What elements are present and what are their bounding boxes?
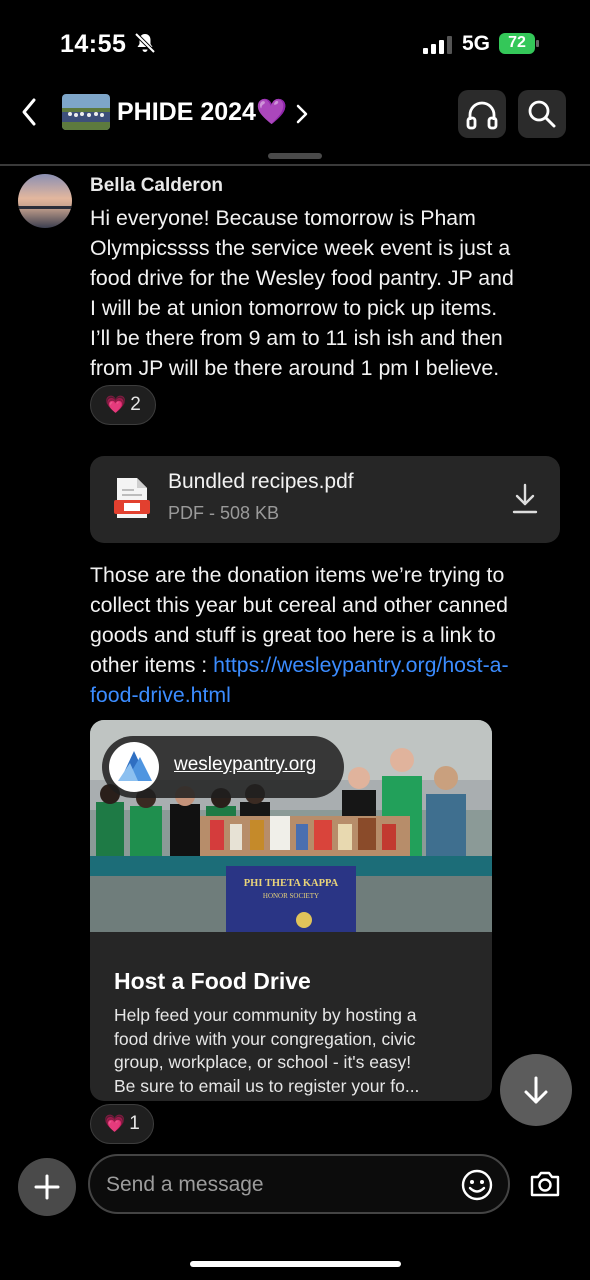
network-label: 5G: [462, 32, 491, 55]
drag-handle[interactable]: [268, 153, 322, 159]
arrow-down-icon: [524, 1076, 548, 1104]
reaction-count: 2: [130, 394, 141, 415]
pdf-file-icon: [114, 478, 150, 518]
group-avatar[interactable]: [62, 94, 110, 130]
message-line: Those are the donation items we’re tryin…: [90, 563, 505, 587]
card-title: Host a Food Drive: [114, 968, 311, 994]
message-line: collect this year but cereal and other c…: [90, 593, 508, 617]
file-name: Bundled recipes.pdf: [168, 470, 354, 493]
reaction-count: 1: [129, 1113, 140, 1134]
url-link-continued[interactable]: food-drive.html: [90, 680, 566, 710]
link-prefix: other items :: [90, 653, 214, 677]
message-line: food drive for the Wesley food pantry. J…: [90, 266, 514, 290]
battery-level: 72: [508, 34, 526, 51]
message-line: I’ll be there from 9 am to 11 ish ish an…: [90, 326, 503, 350]
reaction-badge[interactable]: 💗 2: [90, 385, 156, 425]
message-line: Hi everyone! Because tomorrow is Pham: [90, 206, 476, 230]
banner-text-1: PHI THETA KAPPA: [243, 878, 339, 889]
message-line: Olympicssss the service week event is ju…: [90, 236, 511, 260]
reaction-badge-2[interactable]: 💗 1: [90, 1104, 154, 1144]
card-desc-line: food drive with your congregation, civic: [114, 1028, 416, 1049]
message-line: other items : https://wesleypantry.org/h…: [90, 650, 566, 680]
file-attachment[interactable]: Bundled recipes.pdf PDF - 508 KB: [90, 456, 560, 543]
search-button[interactable]: [518, 90, 566, 138]
chevron-right-icon[interactable]: [294, 102, 310, 126]
emoji-icon[interactable]: [460, 1168, 494, 1202]
card-desc-line: Be sure to email us to register your fo.…: [114, 1075, 420, 1096]
heart-emoji: 💗: [105, 395, 127, 414]
heart-emoji: 💗: [104, 1114, 126, 1133]
download-icon[interactable]: [510, 482, 540, 516]
url-link[interactable]: https://wesleypantry.org/host-a-: [213, 653, 509, 677]
camera-icon[interactable]: [528, 1168, 562, 1200]
back-chevron-icon[interactable]: [18, 96, 42, 128]
add-attachment-button[interactable]: [18, 1158, 76, 1216]
search-icon: [528, 100, 556, 128]
message-line: goods and stuff is great too here is a l…: [90, 623, 496, 647]
signal-icon: [423, 36, 452, 54]
home-indicator: [190, 1261, 401, 1267]
banner-text-2: HONOR SOCIETY: [262, 892, 320, 900]
bell-muted-icon: [134, 32, 156, 54]
site-logo-icon: [109, 742, 159, 792]
card-description: Help feed your community by hosting a fo…: [114, 1004, 479, 1098]
message-line: I will be at union tomorrow to pick up i…: [90, 296, 498, 320]
message-text: Hi everyone! Because tomorrow is Pham Ol…: [90, 203, 566, 383]
chat-title[interactable]: PHIDE 2024💜: [117, 98, 287, 127]
battery-icon: 72: [499, 33, 541, 54]
site-pill[interactable]: wesleypantry.org: [102, 736, 344, 798]
site-domain[interactable]: wesleypantry.org: [174, 754, 316, 776]
scroll-to-bottom-button[interactable]: [500, 1054, 572, 1126]
card-desc-line: group, workplace, or school - it's easy!: [114, 1052, 412, 1072]
status-time: 14:55: [60, 30, 127, 58]
headphones-icon: [466, 101, 498, 130]
header-divider: [0, 164, 590, 166]
audio-call-button[interactable]: [458, 90, 506, 138]
message-placeholder: Send a message: [106, 1173, 264, 1196]
message-line: from JP will be there around 1 pm I beli…: [90, 356, 500, 380]
link-preview-card[interactable]: PHI THETA KAPPA HONOR SOCIETY wesleypant…: [90, 720, 492, 1101]
plus-icon: [34, 1174, 60, 1200]
card-desc-line: Help feed your community by hosting a: [114, 1005, 417, 1025]
message-input[interactable]: Send a message: [88, 1154, 510, 1214]
file-meta: PDF - 508 KB: [168, 503, 280, 523]
sender-avatar[interactable]: [18, 174, 72, 228]
message-text-2: Those are the donation items we’re tryin…: [90, 560, 566, 710]
sender-name: Bella Calderon: [90, 175, 224, 196]
